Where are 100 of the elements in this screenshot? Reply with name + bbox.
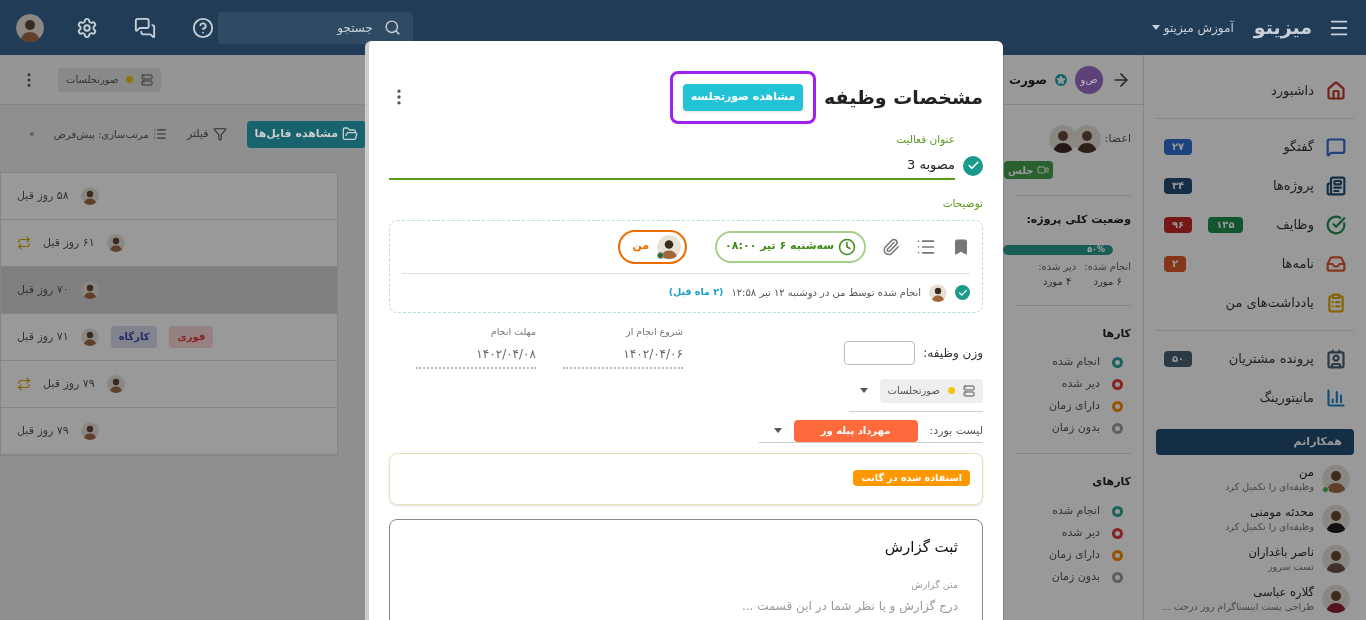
count-badge: ۳۴ (1164, 177, 1193, 194)
sidebar-item[interactable]: پرونده مشتریان ۵۰ (1156, 339, 1354, 378)
date-field[interactable]: ۱۴۰۲/۰۴/۰۸ (416, 344, 536, 369)
project-title: صورت (1008, 71, 1047, 89)
task-row[interactable]: ۷۰ روز قبل (1, 267, 337, 314)
sidebar-item[interactable]: پروژه‌ها ۳۴ (1156, 166, 1354, 205)
folder-icon (342, 126, 358, 142)
weight-input[interactable] (844, 340, 916, 365)
colleague-item[interactable]: گلاره عباسی طراحی پست اینستاگرام روز درخت ... (1156, 579, 1354, 619)
colleague-status: وظیفه‌ای را تکمیل کرد (1224, 519, 1314, 534)
search-field[interactable]: جستجو (218, 11, 413, 44)
tag: کارگاه (110, 326, 158, 348)
legend-label: دارای زمان (1048, 546, 1100, 563)
date-field[interactable]: ۱۴۰۲/۰۴/۰۶ (563, 344, 683, 369)
colleague-item[interactable]: ناصر باغداران تست سرور (1156, 539, 1354, 579)
stat-label: دیر شده: (1038, 259, 1077, 274)
avatar (80, 422, 99, 440)
status-title: وضعیت کلی پروژه: (1025, 212, 1132, 228)
count-badge: ۲۷ (1164, 138, 1193, 155)
avatar (929, 283, 947, 302)
section-title: کارها (1101, 325, 1131, 342)
stat-value: ۶ مورد (1093, 274, 1122, 289)
sidebar-item[interactable]: وظایف ۱۳۵ ۹۶ (1156, 205, 1354, 244)
report-title: ثبت گزارش (883, 536, 958, 558)
completion-note: انجام شده توسط من در دوشنبه ۱۲ تیر ۱۲:۵۸ (731, 286, 921, 300)
colleague-item[interactable]: من وظیفه‌ای را تکمیل کرد (1156, 459, 1354, 499)
time-ago: ۷۰ روز قبل (17, 281, 69, 298)
sidebar-item[interactable]: گفتگو ۲۷ (1156, 127, 1354, 166)
help-icon[interactable] (192, 16, 214, 39)
caret-icon (859, 388, 868, 394)
count-badge: ۹۶ (1164, 216, 1193, 233)
colleague-name: گلاره عباسی (1252, 584, 1314, 600)
avatar (1322, 505, 1350, 533)
sidebar-item[interactable]: یادداشت‌های من (1156, 283, 1354, 322)
legend-label: انجام شده (1052, 502, 1100, 519)
date-label: مهلت انجام (489, 324, 536, 339)
field-label: متن گزارش (910, 578, 958, 593)
colleague-item[interactable]: محدثه مومنی وظیفه‌ای را تکمیل کرد (1156, 499, 1354, 539)
colleague-name: محدثه مومنی (1249, 504, 1314, 520)
avatar (1072, 125, 1101, 153)
project-chip[interactable]: صورتجلسات (58, 67, 162, 92)
legend-label: بدون زمان (1051, 420, 1100, 437)
clock-icon (838, 237, 856, 256)
avatar (1322, 585, 1350, 613)
paperclip-icon[interactable] (882, 237, 900, 256)
messages-icon[interactable] (134, 16, 156, 39)
count-badge: ۱۳۵ (1208, 216, 1243, 233)
avatar (1322, 465, 1350, 493)
colleague-name: ناصر باغداران (1247, 544, 1314, 560)
repeat-icon (17, 236, 31, 250)
time-ago: (۲ ماه قبل) (668, 285, 724, 300)
workspace-dropdown[interactable]: آموزش میزیتو (1151, 18, 1234, 37)
sort-button[interactable]: مرتب‌سازی: پیش‌فرض (53, 126, 167, 142)
colleague-status: تست سرور (1267, 559, 1314, 574)
section-header: همکارانم (1156, 429, 1354, 455)
sidebar-item[interactable]: داشبورد (1156, 71, 1354, 110)
server-icon (141, 73, 154, 86)
avatar (657, 234, 682, 259)
time-ago: ۶۱ روز قبل (43, 234, 95, 251)
avatar (1322, 545, 1350, 573)
colleague-name: من (1298, 464, 1314, 480)
avatar (1048, 125, 1077, 153)
due-date-chip[interactable]: سه‌شنبه ۶ تیر ۰۸:۰۰ (715, 230, 866, 263)
star-icon (1055, 73, 1067, 86)
done-check-icon (955, 285, 970, 300)
progress-label: ۵۰% (1087, 244, 1105, 255)
settings-icon[interactable] (76, 16, 98, 39)
avatar (16, 13, 44, 42)
date-label: شروع انجام از (624, 324, 683, 339)
gantt-badge: استفاده شده در گانت (853, 469, 970, 486)
board-list-label: لیست بورد: (929, 422, 983, 439)
assignee-chip[interactable]: من (618, 229, 688, 264)
avatar (80, 328, 99, 346)
legend-label: دیر شده (1061, 524, 1100, 541)
time-ago: ۷۹ روز قبل (17, 422, 69, 439)
time-ago: ۷۹ روز قبل (43, 375, 95, 392)
server-icon (963, 384, 975, 397)
field-label: عنوان فعالیت (895, 132, 956, 148)
sidebar-item[interactable]: نامه‌ها ۲ (1156, 244, 1354, 283)
caret-icon (773, 428, 782, 434)
title-input[interactable]: مصوبه 3 (389, 151, 955, 180)
bookmark-icon[interactable] (952, 237, 970, 256)
project-avatar: ص‌و (1075, 65, 1103, 94)
logo: میزیتو (1253, 15, 1312, 41)
video-icon (1037, 164, 1050, 176)
sort-icon (152, 127, 167, 141)
search-icon (384, 18, 401, 36)
filter-button[interactable]: فیلتر (186, 125, 227, 143)
tag: فوری (169, 326, 214, 348)
legend-label: دیر شده (1061, 376, 1100, 393)
caret-icon (1151, 25, 1160, 30)
colleague-status: وظیفه‌ای را تکمیل کرد (1224, 479, 1314, 494)
legend-label: بدون زمان (1051, 568, 1100, 585)
repeat-icon (17, 377, 31, 391)
avatar (106, 234, 125, 252)
view-files-button[interactable]: مشاهده فایل‌ها (246, 120, 366, 148)
members-label: اعضا: (1104, 130, 1131, 147)
count-badge: ۲ (1164, 255, 1187, 272)
report-input[interactable]: درج گزارش و یا نظر شما در این قسمت ... (414, 596, 958, 615)
sidebar-item[interactable]: مانیتورینگ (1156, 378, 1354, 417)
